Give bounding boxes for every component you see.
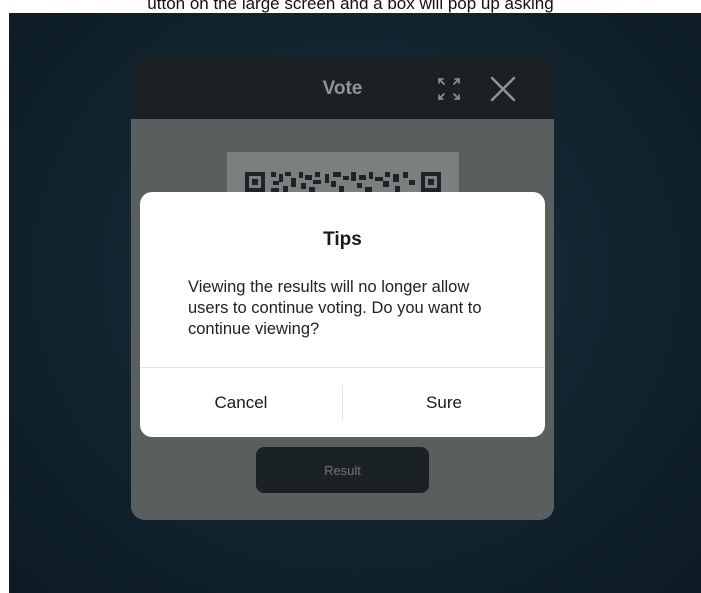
dialog-title: Tips [323, 229, 362, 250]
dialog-message: Viewing the results will no longer allow… [188, 278, 482, 338]
vote-header: Vote [131, 58, 554, 119]
expand-icon[interactable] [437, 77, 461, 101]
close-icon[interactable] [489, 75, 517, 103]
page: utton on the large screen and a box will… [0, 0, 701, 593]
tips-dialog: Tips Viewing the results will no longer … [140, 192, 545, 437]
large-screen: Vote Result Tips Viewing the results wil… [9, 13, 701, 593]
sure-button[interactable]: Sure [343, 368, 545, 437]
result-button[interactable]: Result [256, 447, 429, 493]
cancel-button[interactable]: Cancel [140, 368, 342, 437]
